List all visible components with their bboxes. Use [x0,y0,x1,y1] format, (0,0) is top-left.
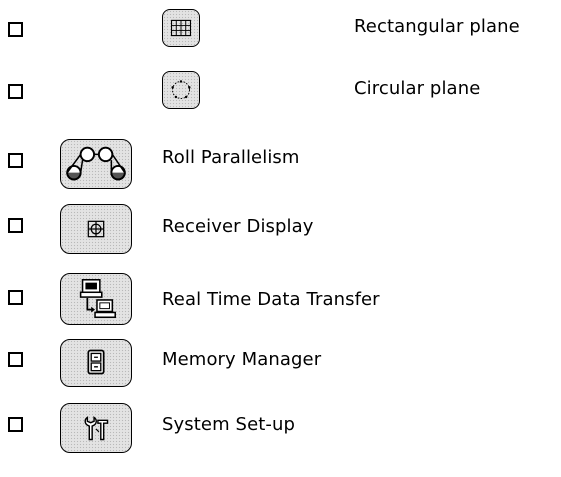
list-item-rectangular-plane: Rectangular plane [0,2,561,58]
memory-manager-label: Memory Manager [162,349,322,370]
checkbox-roll-parallelism[interactable] [8,153,23,168]
circular-plane-button[interactable] [162,71,200,109]
receiver-display-button[interactable] [60,204,132,254]
list-item-roll-parallelism: Roll Parallelism [0,136,561,192]
list-item-receiver-display: Receiver Display [0,201,561,257]
roll-parallelism-label: Roll Parallelism [162,147,300,168]
checkbox-real-time-data-transfer[interactable] [8,290,23,305]
system-setup-label: System Set-up [162,414,296,435]
roll-parallelism-button[interactable] [60,139,132,189]
receiver-display-label: Receiver Display [162,216,314,237]
system-setup-button[interactable] [60,403,132,453]
real-time-data-transfer-button[interactable] [60,273,132,325]
list-item-circular-plane: Circular plane [0,64,561,120]
checkbox-rectangular-plane[interactable] [8,22,23,37]
checkbox-memory-manager[interactable] [8,352,23,367]
circular-plane-label: Circular plane [354,78,481,99]
list-item-memory-manager: Memory Manager [0,335,561,391]
list-item-real-time-data-transfer: Real Time Data Transfer [0,268,561,325]
checkbox-receiver-display[interactable] [8,218,23,233]
rectangular-plane-button[interactable] [162,9,200,47]
checkbox-system-setup[interactable] [8,417,23,432]
checkbox-circular-plane[interactable] [8,84,23,99]
rectangular-plane-label: Rectangular plane [354,16,520,37]
real-time-data-transfer-label: Real Time Data Transfer [162,289,380,310]
list-item-system-setup: System Set-up [0,400,561,456]
memory-manager-button[interactable] [60,339,132,387]
